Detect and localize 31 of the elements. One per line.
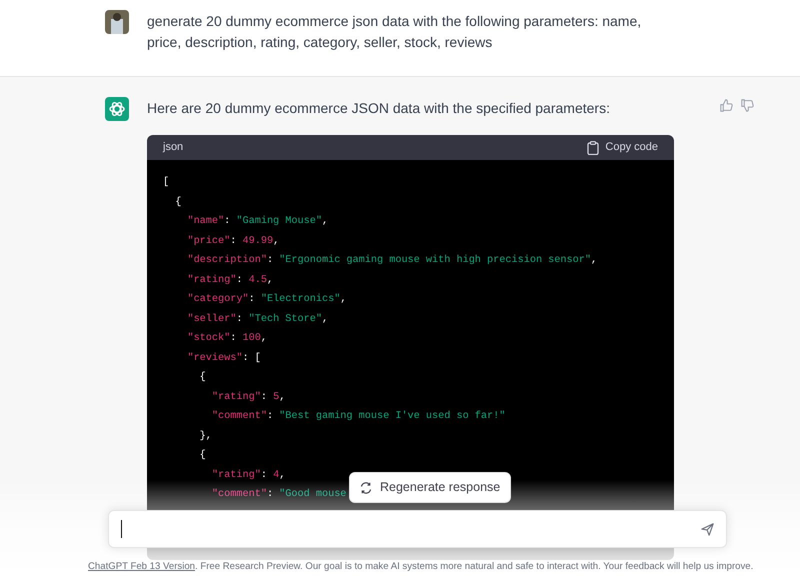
version-link[interactable]: ChatGPT Feb 13 Version xyxy=(88,561,196,572)
code-line: "rating": 4, xyxy=(210,468,286,482)
assistant-logo-icon xyxy=(105,97,129,121)
thumbs-down-icon[interactable] xyxy=(741,99,754,112)
code-line: { xyxy=(198,370,206,385)
code-line: { xyxy=(174,196,182,210)
copy-code-button[interactable]: Copy code xyxy=(587,139,658,156)
code-line: "comment": "Best gaming mouse I've used so far!" xyxy=(210,410,506,424)
code-line: }, xyxy=(198,430,212,444)
code-line: "stock": 100, xyxy=(186,332,267,346)
code-line: "seller": "Tech Store", xyxy=(186,312,328,326)
user-message: generate 20 dummy ecommerce json data with the following parameters: name, price, description, rating, category, seller, stock, reviews xyxy=(147,12,642,52)
code-line: { xyxy=(198,448,206,463)
send-icon[interactable] xyxy=(701,522,714,536)
code-line: "reviews": [ xyxy=(186,352,261,366)
code-line: "name": "Gaming Mouse", xyxy=(186,214,328,229)
code-line: [ xyxy=(163,176,170,190)
clipboard-icon xyxy=(587,140,600,154)
thumbs-up-icon[interactable] xyxy=(720,99,733,112)
code-line: "price": 49.99, xyxy=(186,234,280,248)
assistant-message: Here are 20 dummy ecommerce JSON data with the specified parameters: xyxy=(147,99,611,118)
code-line: "category": "Electronics", xyxy=(186,292,346,307)
refresh-icon xyxy=(360,482,372,494)
code-line: "description": "Ergonomic gaming mouse with high precision sensor", xyxy=(186,254,598,268)
code-line: "rating": 5, xyxy=(210,390,286,404)
footer-note: ChatGPT Feb 13 Version. Free Research Preview. Our goal is to make AI systems more natural and safe to interact with. Your feedback will help us improve. xyxy=(88,560,754,574)
code-language-label: json xyxy=(163,140,184,156)
user-avatar xyxy=(105,10,129,34)
code-line: "rating": 4.5, xyxy=(186,274,274,288)
code-line: "comment": "Good mouse xyxy=(210,488,346,502)
regenerate-button[interactable]: Regenerate response xyxy=(349,472,512,503)
